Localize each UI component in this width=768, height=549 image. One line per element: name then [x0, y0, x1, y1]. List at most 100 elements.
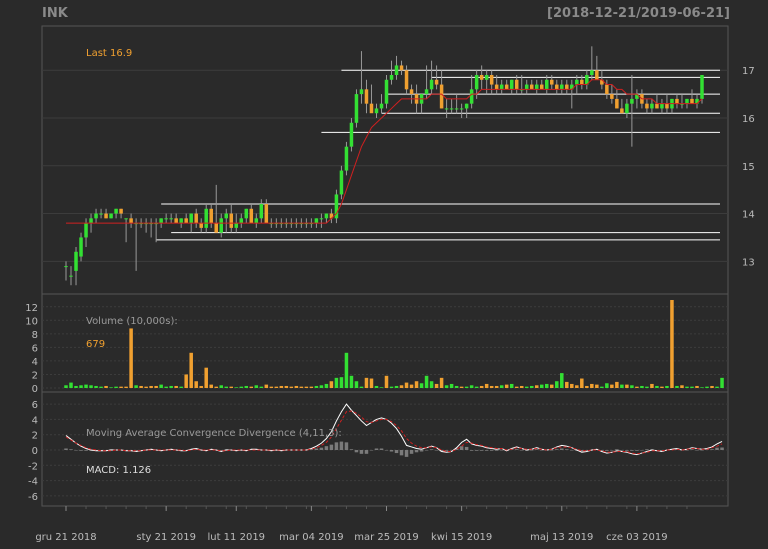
candle-body [545, 79, 549, 90]
volume-bar [354, 381, 359, 388]
volume-bar [590, 383, 594, 388]
volume-bar [665, 385, 669, 388]
volume-bar [580, 378, 584, 388]
candle-body [575, 79, 579, 85]
volume-bar [504, 384, 509, 388]
volume-bar [209, 384, 213, 388]
volume-bar [680, 385, 684, 388]
candle-body [104, 213, 108, 219]
candle-body [174, 218, 178, 224]
volume-bar [474, 386, 479, 388]
macd-histogram-bar [369, 450, 374, 451]
candle-body [469, 89, 474, 104]
volume-bar [630, 385, 634, 388]
volume-bar [419, 383, 424, 388]
volume-bar [114, 386, 118, 388]
volume-bar [600, 386, 604, 388]
macd-histogram-bar [695, 450, 699, 451]
volume-bar [615, 381, 619, 388]
candle-body [84, 223, 88, 238]
candle-body [665, 103, 669, 109]
macd-histogram-bar [635, 450, 639, 451]
candle-body [655, 103, 659, 109]
volume-bar [555, 381, 559, 388]
volume-bar [119, 386, 123, 388]
volume-bar [69, 382, 73, 388]
volume-bar [529, 385, 534, 388]
macd-histogram-bar [434, 450, 439, 451]
macd-histogram-bar [389, 450, 394, 452]
price-pane-frame [41, 25, 729, 295]
candle-body [219, 218, 223, 233]
volume-bar [710, 385, 714, 388]
volume-bar [489, 385, 494, 388]
volume-label: Volume (10,000s): [86, 316, 178, 327]
volume-bar [309, 386, 314, 388]
candle-body [314, 218, 319, 224]
volume-bar [149, 385, 153, 388]
volume-bar [399, 385, 404, 388]
candle-body [399, 65, 404, 71]
candle-body [389, 75, 394, 80]
candle-body [409, 89, 414, 95]
macd-histogram-bar [409, 450, 414, 454]
candle-body [625, 103, 629, 114]
candle-body [159, 218, 163, 224]
volume-tick-label: 4 [32, 357, 38, 368]
candle-body [204, 208, 208, 228]
volume-last-value: 679 [86, 339, 105, 350]
candle-body [369, 103, 374, 114]
macd-histogram-bar [459, 446, 464, 450]
candle-body [179, 218, 183, 224]
volume-bar [174, 385, 178, 388]
volume-bar [189, 352, 193, 388]
volume-bar [124, 386, 128, 388]
macd-tick-label: 6 [32, 400, 38, 411]
volume-bar [389, 386, 394, 388]
macd-histogram-bar [555, 449, 559, 450]
macd-histogram-bar [570, 450, 574, 451]
volume-bar [154, 385, 158, 388]
volume-bar [164, 386, 168, 388]
candle-body [534, 84, 539, 90]
macd-histogram-bar [625, 450, 629, 451]
volume-bar [319, 385, 324, 388]
volume-bar [294, 385, 299, 388]
volume-bar [324, 383, 329, 388]
candle-body [234, 223, 239, 228]
candle-body [194, 213, 198, 224]
volume-tick-label: 2 [32, 370, 38, 381]
volume-bar [720, 377, 724, 388]
candle-body [199, 223, 203, 228]
macd-histogram-bar [710, 449, 714, 450]
macd-histogram-bar [69, 449, 73, 450]
macd-histogram-bar [560, 448, 564, 450]
candle-body [79, 237, 83, 257]
volume-bar [169, 385, 173, 388]
macd-histogram-bar [84, 450, 88, 451]
volume-bar [269, 386, 274, 388]
candle-body [319, 218, 324, 220]
volume-bar [550, 384, 554, 388]
macd-histogram-bar [610, 450, 614, 451]
candle-body [660, 103, 664, 109]
macd-histogram-bar [514, 449, 519, 450]
candle-body [74, 251, 78, 271]
volume-bar [715, 386, 719, 388]
candle-body [565, 84, 569, 90]
macd-histogram-bar [464, 446, 469, 450]
volume-bar [374, 385, 379, 388]
candle-body [229, 213, 234, 228]
volume-bar [394, 385, 399, 388]
volume-bar [109, 387, 113, 388]
volume-bar [625, 384, 629, 388]
candle-body [184, 218, 188, 224]
candle-body [429, 79, 434, 90]
candle-body [349, 122, 354, 147]
volume-bar [545, 383, 549, 388]
volume-bar [645, 386, 649, 388]
volume-bar [339, 377, 344, 388]
macd-histogram-bar [685, 450, 689, 451]
candle-body [479, 75, 484, 80]
macd-histogram-bar [349, 449, 354, 450]
